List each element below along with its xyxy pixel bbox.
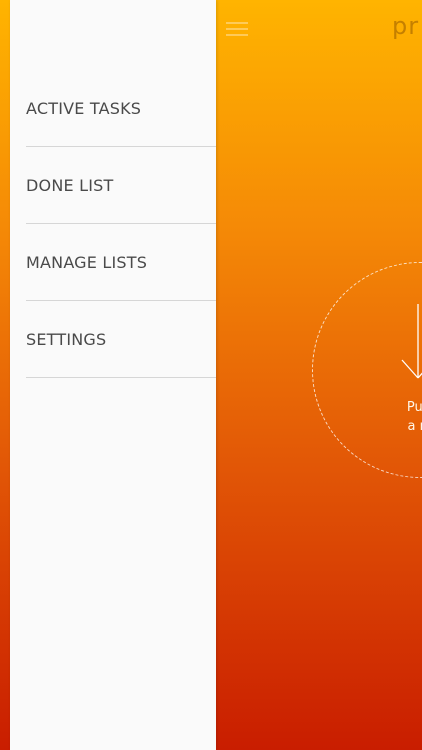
menu-item-label: DONE LIST — [26, 175, 114, 195]
menu-item-label: SETTINGS — [26, 329, 107, 349]
menu-item-label: MANAGE LISTS — [26, 252, 148, 272]
pull-hint-line-2: a new — [407, 419, 422, 434]
arrow-down-icon — [401, 304, 422, 379]
side-drawer: ACTIVE TASKS DONE LIST MANAGE LISTS SETT… — [10, 0, 216, 750]
pull-hint-line-1: Pull to — [406, 400, 422, 415]
background-strip — [0, 0, 10, 750]
menu-item-settings[interactable]: SETTINGS — [26, 301, 216, 378]
app-logo: pr — [392, 12, 420, 40]
hamburger-icon[interactable] — [226, 18, 250, 38]
menu-item-label: ACTIVE TASKS — [26, 98, 142, 118]
menu-item-active-tasks[interactable]: ACTIVE TASKS — [26, 70, 216, 147]
menu-item-done-list[interactable]: DONE LIST — [26, 147, 216, 224]
app-screen: ACTIVE TASKS DONE LIST MANAGE LISTS SETT… — [0, 0, 422, 750]
main-panel: pr Pull to a new — [216, 0, 422, 750]
pull-hint-text: Pull to a new — [372, 398, 422, 436]
drawer-menu: ACTIVE TASKS DONE LIST MANAGE LISTS SETT… — [26, 70, 216, 378]
menu-item-manage-lists[interactable]: MANAGE LISTS — [26, 224, 216, 301]
